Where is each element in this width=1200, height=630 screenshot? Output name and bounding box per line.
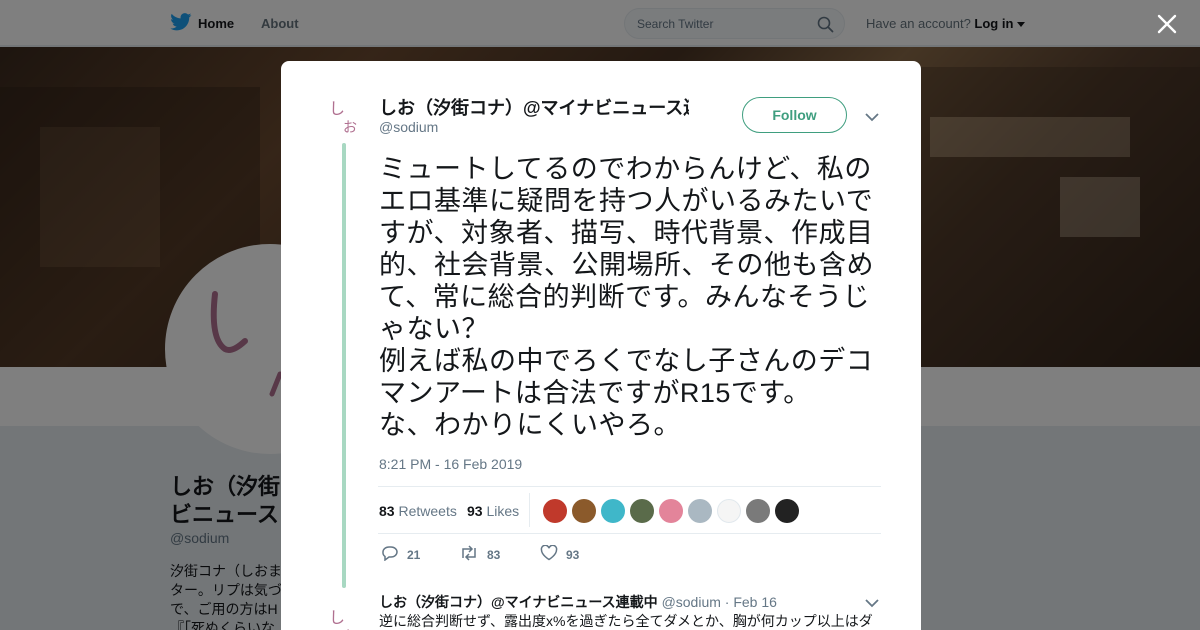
close-icon[interactable]	[1155, 12, 1179, 36]
reply-author-name[interactable]: しお（汐街コナ）@マイナビニュース連載中	[379, 594, 658, 610]
author-handle[interactable]: @sodium	[379, 119, 438, 135]
tweet-modal: しお しお（汐街コナ）@マイナビニュース連載中 @sodium Follow ミ…	[281, 61, 921, 630]
chevron-down-icon[interactable]	[865, 109, 879, 127]
like-count: 93	[566, 547, 580, 562]
reply-icon	[381, 545, 399, 564]
reply-author-avatar[interactable]: しお	[325, 601, 367, 630]
liker-avatar[interactable]	[717, 499, 741, 523]
liker-avatars	[543, 499, 799, 523]
retweets-count: 83	[379, 503, 395, 519]
heart-icon	[540, 544, 558, 564]
retweets-stat[interactable]: 83 Retweets	[379, 503, 457, 519]
liker-avatar[interactable]	[746, 499, 770, 523]
liker-avatar[interactable]	[775, 499, 799, 523]
stats-divider	[529, 493, 530, 527]
author-name[interactable]: しお（汐街コナ）@マイナビニュース連載中	[379, 94, 689, 120]
follow-button[interactable]: Follow	[742, 97, 847, 133]
like-action[interactable]: 93	[540, 544, 580, 564]
tweet-actions: 21 83 93	[381, 544, 681, 567]
liker-avatar[interactable]	[572, 499, 596, 523]
svg-text:し: し	[329, 608, 345, 627]
likes-stat[interactable]: 93 Likes	[467, 503, 519, 519]
reply-text: 逆に総合判断せず、露出度x%を過ぎたら全てダメとか、胸が何カップ以上はダ	[379, 613, 873, 629]
tweet-stats: 83 Retweets 93 Likes	[378, 486, 881, 534]
retweets-label: Retweets	[398, 503, 457, 519]
tweet-text: ミュートしてるのでわからんけど、私のエロ基準に疑問を持つ人がいるみたいですが、対…	[379, 154, 874, 440]
liker-avatar[interactable]	[601, 499, 625, 523]
reply-date[interactable]: · Feb 16	[725, 594, 777, 610]
tweet-timestamp[interactable]: 8:21 PM - 16 Feb 2019	[379, 456, 522, 472]
retweet-action[interactable]: 83	[459, 545, 500, 564]
reply-action[interactable]: 21	[381, 545, 420, 564]
reply-header: しお（汐街コナ）@マイナビニュース連載中 @sodium · Feb 16	[379, 592, 777, 612]
retweet-count: 83	[487, 547, 501, 562]
likes-label: Likes	[486, 503, 520, 519]
thread-line	[342, 143, 346, 588]
retweet-icon	[459, 545, 479, 564]
liker-avatar[interactable]	[659, 499, 683, 523]
author-avatar[interactable]: しお	[325, 92, 367, 134]
svg-text:し: し	[329, 99, 345, 118]
reply-author-handle[interactable]: @sodium	[662, 594, 721, 610]
reply-chevron-down-icon[interactable]	[865, 595, 879, 613]
liker-avatar[interactable]	[543, 499, 567, 523]
liker-avatar[interactable]	[630, 499, 654, 523]
svg-text:お: お	[343, 120, 357, 134]
liker-avatar[interactable]	[688, 499, 712, 523]
reply-count: 21	[407, 547, 421, 562]
likes-count: 93	[467, 503, 483, 519]
